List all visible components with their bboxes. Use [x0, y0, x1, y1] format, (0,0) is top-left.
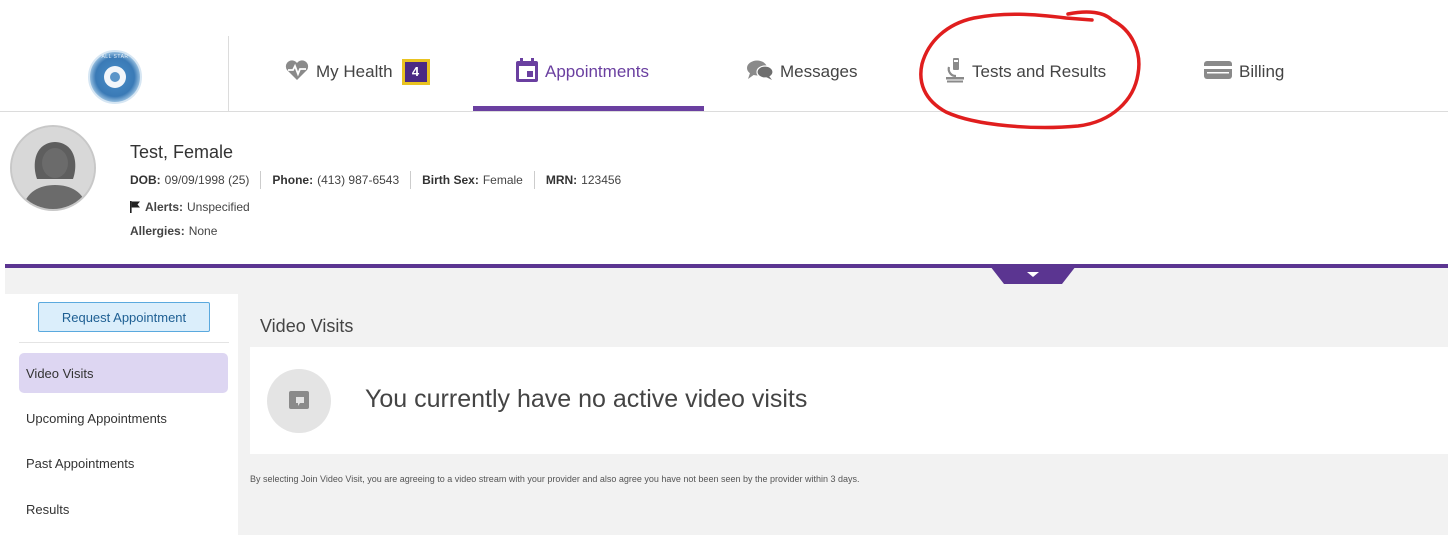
dob-value: 09/09/1998 (25)	[164, 173, 250, 187]
banner-divider	[5, 264, 1448, 268]
content-area: Request Appointment Video Visits Upcomin…	[5, 268, 1448, 535]
mrn-label: MRN:	[545, 173, 578, 187]
tab-billing[interactable]: Billing	[1203, 52, 1284, 92]
phone-value: (413) 987-6543	[317, 173, 400, 187]
allergies-value: None	[188, 224, 218, 238]
allergies-label: Allergies:	[130, 224, 185, 238]
tab-billing-label: Billing	[1239, 62, 1285, 81]
tab-appointments-label: Appointments	[545, 62, 649, 81]
divider	[533, 171, 535, 189]
birth-sex-value: Female	[482, 173, 523, 187]
patient-demographics: DOB: 09/09/1998 (25) Phone: (413) 987-65…	[130, 171, 621, 189]
patient-name: Test, Female	[130, 142, 234, 162]
sidebar-item-video-visits[interactable]: Video Visits	[19, 353, 228, 393]
tab-messages-label: Messages	[780, 62, 858, 81]
dob-label: DOB:	[130, 173, 161, 187]
sidebar-divider	[19, 342, 229, 343]
logo-text: ALL STAR	[101, 54, 129, 60]
tab-messages[interactable]: Messages	[746, 52, 857, 92]
notification-badge: 4	[401, 59, 430, 85]
heart-pulse-icon	[284, 59, 310, 86]
request-appointment-button[interactable]: Request Appointment	[38, 302, 210, 332]
mrn-value: 123456	[581, 173, 622, 187]
chat-bubbles-icon	[746, 59, 774, 86]
credit-card-icon	[1203, 60, 1233, 85]
top-navigation: ALL STAR My Health 4 Appointments Messag…	[0, 0, 1448, 112]
sidebar-item-past-appointments[interactable]: Past Appointments	[19, 443, 228, 483]
avatar	[10, 125, 96, 211]
alerts-value: Unspecified	[187, 200, 250, 214]
practice-logo[interactable]: ALL STAR	[88, 50, 142, 104]
appointments-sidebar: Request Appointment Video Visits Upcomin…	[5, 294, 238, 535]
patient-banner: Test, Female DOB: 09/09/1998 (25) Phone:…	[0, 112, 1448, 266]
empty-state-message: You currently have no active video visit…	[365, 385, 808, 413]
birth-sex-label: Birth Sex:	[422, 173, 479, 187]
tab-appointments[interactable]: Appointments	[515, 52, 649, 92]
section-title: Video Visits	[260, 316, 354, 336]
phone-label: Phone:	[272, 173, 314, 187]
divider	[410, 171, 412, 189]
logo-emblem	[104, 66, 126, 88]
video-visits-card: You currently have no active video visit…	[250, 347, 1448, 454]
patient-alerts: Alerts: Unspecified	[130, 200, 250, 214]
video-camera-icon	[267, 369, 331, 433]
patient-allergies: Allergies: None	[130, 224, 217, 238]
tab-my-health-label: My Health	[316, 62, 393, 81]
alerts-label: Alerts:	[145, 200, 184, 214]
collapse-banner-toggle[interactable]	[990, 266, 1076, 284]
flag-icon	[130, 201, 141, 213]
video-visit-disclaimer: By selecting Join Video Visit, you are a…	[250, 474, 860, 484]
sidebar-item-upcoming-appointments[interactable]: Upcoming Appointments	[19, 398, 228, 438]
calendar-icon	[515, 57, 539, 88]
sidebar-item-results[interactable]: Results	[19, 489, 228, 529]
logo-cell: ALL STAR	[0, 36, 229, 112]
page: ALL STAR My Health 4 Appointments Messag…	[0, 0, 1448, 535]
tab-my-health[interactable]: My Health 4	[284, 52, 430, 92]
active-tab-indicator	[473, 106, 704, 111]
divider	[260, 171, 262, 189]
